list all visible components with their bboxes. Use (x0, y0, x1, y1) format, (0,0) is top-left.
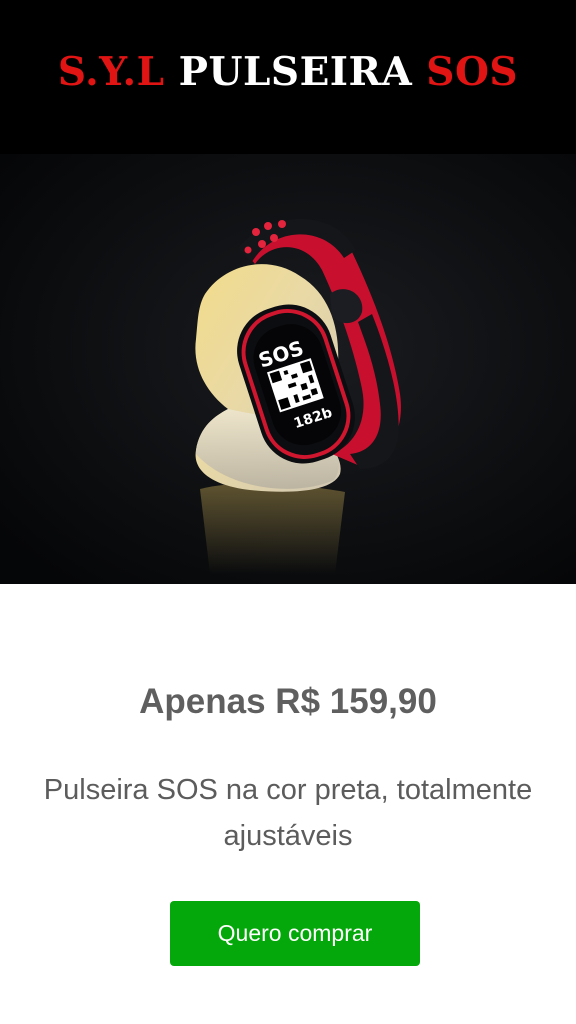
product-description: Pulseira SOS na cor preta, totalmente aj… (43, 774, 533, 852)
landing-page: S.Y.L PULSEIRA SOS SOS 182b Apenas R$ 15… (0, 0, 576, 1024)
brand-sos: SOS (426, 49, 519, 95)
header-banner: S.Y.L PULSEIRA SOS (0, 0, 576, 154)
product-image: SOS 182b (0, 154, 576, 584)
reflection (200, 483, 345, 574)
brand-name: PULSEIRA (178, 49, 413, 95)
brand-logo: S.Y.L PULSEIRA SOS (0, 44, 576, 100)
product-photo-illustration: SOS 182b (0, 154, 576, 584)
price-heading: Apenas R$ 159,90 (139, 682, 437, 721)
brand-initials: S.Y.L (57, 49, 165, 95)
buy-button[interactable]: Quero comprar (170, 901, 420, 966)
